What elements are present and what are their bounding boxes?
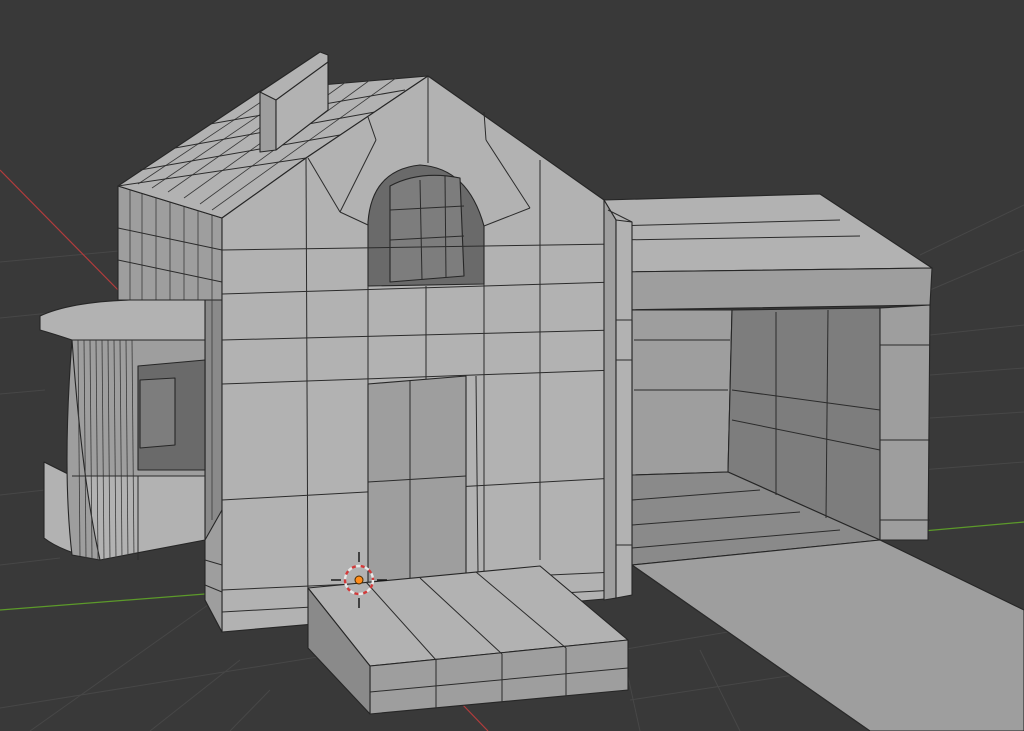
wing-connector[interactable] xyxy=(615,219,633,599)
viewport-canvas[interactable] xyxy=(0,0,1024,731)
driveway-slab[interactable] xyxy=(631,539,1024,731)
house-mesh[interactable] xyxy=(39,51,1024,731)
bay-window[interactable] xyxy=(39,299,206,561)
3d-viewport[interactable] xyxy=(0,0,1024,731)
right-wing[interactable] xyxy=(603,193,933,566)
